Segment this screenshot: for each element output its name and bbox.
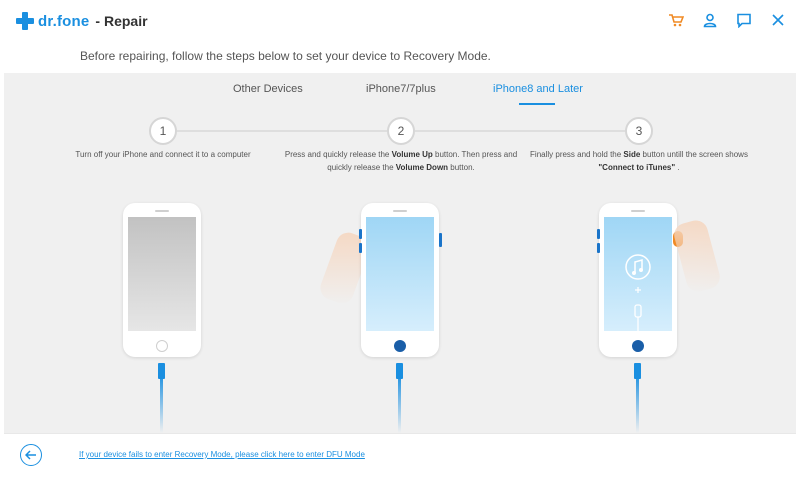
dfu-mode-link[interactable]: If your device fails to enter Recovery M… <box>79 450 365 459</box>
footer-bar: If your device fails to enter Recovery M… <box>4 433 796 477</box>
cart-icon[interactable] <box>666 10 686 30</box>
feedback-icon[interactable] <box>734 10 754 30</box>
itunes-connect-icon <box>625 254 651 331</box>
iphone-illustration-step-2 <box>361 203 439 357</box>
main-panel: Other Devices iPhone7/7plus iPhone8 and … <box>4 73 796 433</box>
phone-screen-on <box>366 217 434 331</box>
volume-up-button <box>359 229 362 239</box>
back-button[interactable] <box>20 444 42 466</box>
lightning-plug <box>634 363 641 379</box>
step-number-3: 3 <box>625 117 653 145</box>
close-icon[interactable] <box>768 10 788 30</box>
side-button <box>439 233 442 247</box>
finger-illustration <box>671 217 723 295</box>
iphone-illustration-step-3 <box>599 203 677 357</box>
volume-down-button <box>597 243 600 253</box>
volume-up-button <box>597 229 600 239</box>
lightning-cable <box>636 373 639 433</box>
user-icon[interactable] <box>700 10 720 30</box>
home-button <box>394 340 406 352</box>
active-tab-indicator <box>519 103 555 105</box>
brand-name: dr.fone <box>38 12 90 30</box>
tab-iphone7[interactable]: iPhone7/7plus <box>366 83 436 95</box>
title-bar: dr.fone - Repair <box>0 0 800 42</box>
step-connector <box>177 130 387 132</box>
lightning-cable <box>160 373 163 433</box>
phone-screen-connect-itunes <box>604 217 672 331</box>
step-number-2: 2 <box>387 117 415 145</box>
phone-screen-off <box>128 217 196 331</box>
lightning-plug <box>158 363 165 379</box>
app-logo: dr.fone - Repair <box>16 12 148 30</box>
app-name: - Repair <box>95 13 148 29</box>
iphone-illustration-step-1 <box>123 203 201 357</box>
home-button <box>156 340 168 352</box>
instruction-text: Before repairing, follow the steps below… <box>80 49 491 63</box>
step-number-1: 1 <box>149 117 177 145</box>
step-2-description: Press and quickly release the Volume Up … <box>284 150 518 172</box>
home-button <box>632 340 644 352</box>
drfone-logo-icon <box>16 12 34 30</box>
arrow-left-icon <box>25 450 36 460</box>
volume-down-button <box>359 243 362 253</box>
tab-iphone8-and-later[interactable]: iPhone8 and Later <box>493 83 583 95</box>
step-3-description: Finally press and hold the Side button u… <box>530 150 748 172</box>
lightning-cable <box>398 373 401 433</box>
step-connector <box>415 130 625 132</box>
lightning-plug <box>396 363 403 379</box>
tab-other-devices[interactable]: Other Devices <box>233 83 303 95</box>
device-tabs: Other Devices iPhone7/7plus iPhone8 and … <box>4 73 796 105</box>
step-1-description: Turn off your iPhone and connect it to a… <box>75 150 251 159</box>
